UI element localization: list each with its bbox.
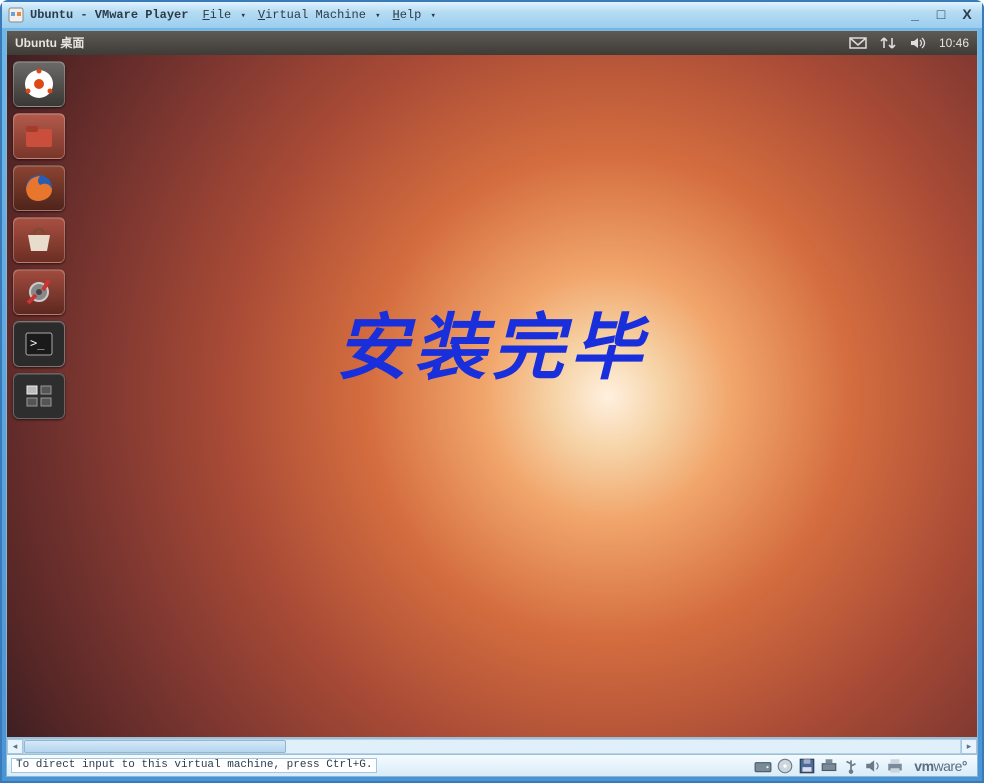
- scroll-track[interactable]: [23, 739, 961, 754]
- ubuntu-top-panel[interactable]: Ubuntu 桌面 10:46: [7, 31, 977, 55]
- window-titlebar[interactable]: Ubuntu - VMware Player File ▾ Virtual Ma…: [2, 2, 982, 28]
- ubuntu-desktop[interactable]: >_ 安装完毕: [7, 55, 977, 737]
- menu-file[interactable]: File ▾: [198, 7, 249, 23]
- window-title: Ubuntu - VMware Player: [30, 9, 188, 21]
- vmware-player-window: Ubuntu - VMware Player File ▾ Virtual Ma…: [0, 0, 984, 783]
- guest-horizontal-scrollbar[interactable]: ◂ ▸: [7, 738, 977, 754]
- dash-home-icon[interactable]: [13, 61, 65, 107]
- mail-icon[interactable]: [849, 34, 867, 52]
- scroll-thumb[interactable]: [24, 740, 286, 753]
- menu-help[interactable]: Help ▾: [389, 7, 440, 23]
- svg-text:>_: >_: [30, 336, 45, 350]
- menu-virtual-machine[interactable]: Virtual Machine ▾: [254, 7, 385, 23]
- workspace-switcher-icon[interactable]: [13, 373, 65, 419]
- vmware-status-bar: To direct input to this virtual machine,…: [7, 754, 977, 776]
- cd-dvd-icon[interactable]: [776, 758, 794, 774]
- menu-bar: File ▾ Virtual Machine ▾ Help ▾: [198, 7, 440, 23]
- device-status-icons: [754, 758, 904, 774]
- window-controls: _ □ X: [906, 7, 976, 23]
- client-area: Ubuntu 桌面 10:46: [6, 30, 978, 777]
- floppy-icon[interactable]: [798, 758, 816, 774]
- guest-display[interactable]: Ubuntu 桌面 10:46: [7, 31, 977, 738]
- unity-launcher: >_: [11, 59, 71, 733]
- system-settings-icon[interactable]: [13, 269, 65, 315]
- hard-disk-icon[interactable]: [754, 758, 772, 774]
- terminal-icon[interactable]: >_: [13, 321, 65, 367]
- firefox-icon[interactable]: [13, 165, 65, 211]
- printer-icon[interactable]: [886, 758, 904, 774]
- network-adapter-icon[interactable]: [820, 758, 838, 774]
- overlay-annotation: 安装完毕: [336, 289, 648, 394]
- vmware-brand: vmware°: [914, 759, 967, 773]
- panel-clock[interactable]: 10:46: [939, 37, 969, 49]
- input-hint: To direct input to this virtual machine,…: [11, 758, 377, 773]
- usb-icon[interactable]: [842, 758, 860, 774]
- software-center-icon[interactable]: [13, 217, 65, 263]
- volume-icon[interactable]: [909, 34, 927, 52]
- vmware-app-icon: [8, 7, 24, 23]
- scroll-right-button[interactable]: ▸: [961, 739, 977, 754]
- panel-title: Ubuntu 桌面: [15, 37, 84, 49]
- maximize-button[interactable]: □: [932, 7, 950, 23]
- close-button[interactable]: X: [958, 7, 976, 23]
- sound-card-icon[interactable]: [864, 758, 882, 774]
- scroll-left-button[interactable]: ◂: [7, 739, 23, 754]
- minimize-button[interactable]: _: [906, 7, 924, 23]
- network-updown-icon[interactable]: [879, 34, 897, 52]
- files-icon[interactable]: [13, 113, 65, 159]
